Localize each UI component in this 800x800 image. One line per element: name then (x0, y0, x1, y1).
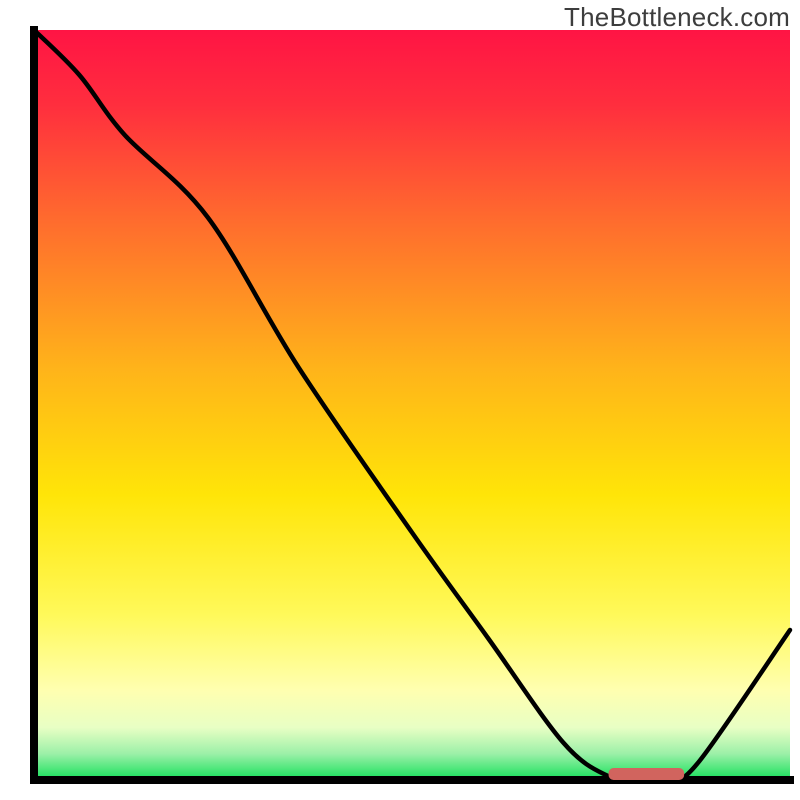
chart-stage: TheBottleneck.com (0, 0, 800, 800)
optimal-range-highlight (609, 768, 685, 780)
plot-background (34, 30, 790, 780)
bottleneck-chart (0, 0, 800, 800)
